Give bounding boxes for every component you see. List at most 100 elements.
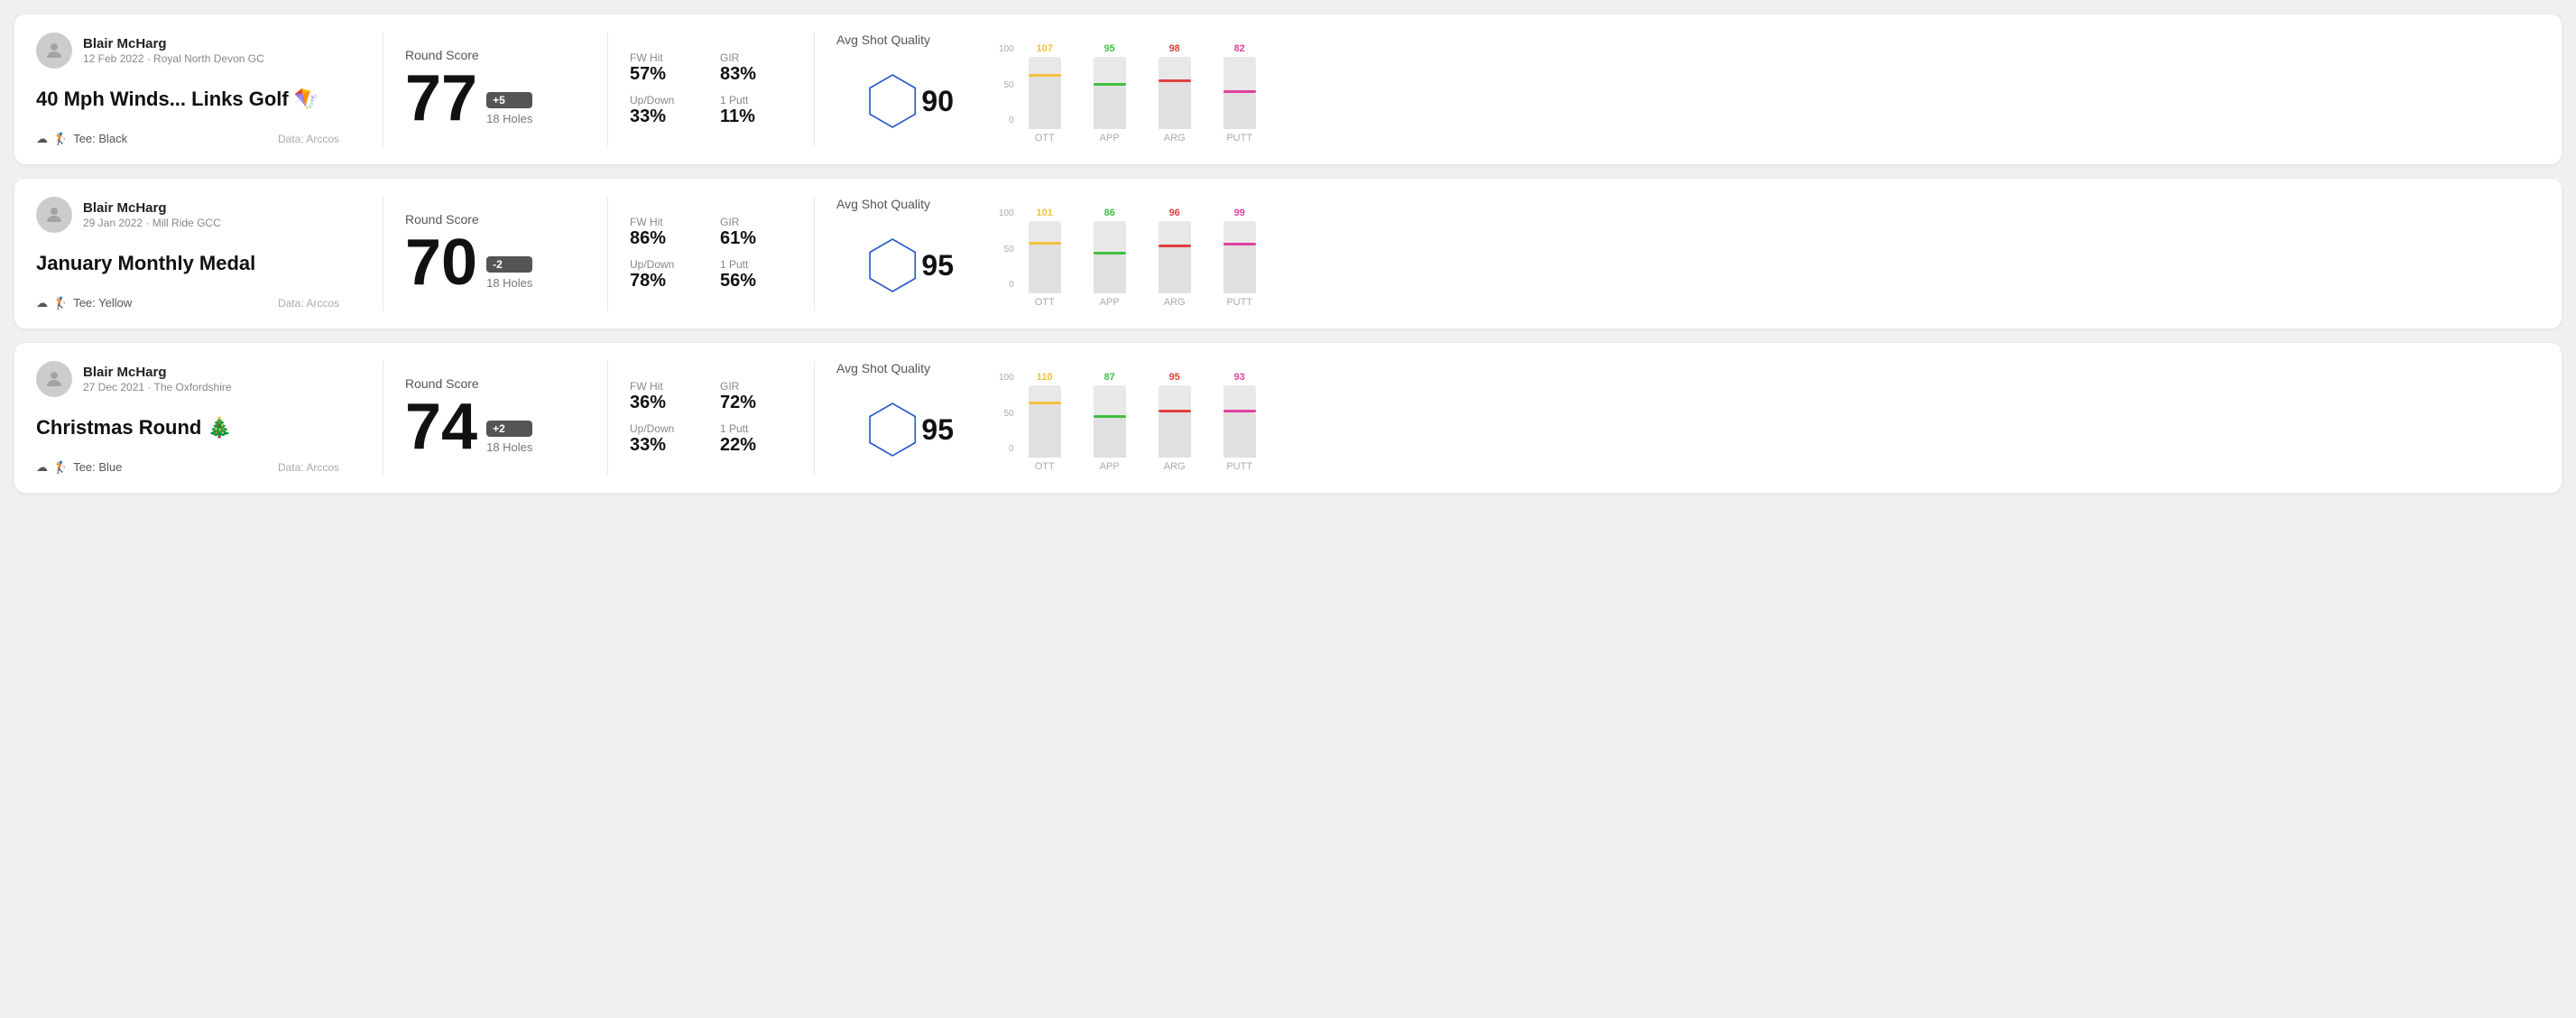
bar-wrapper	[1223, 221, 1256, 293]
bar-fill	[1223, 412, 1256, 458]
divider	[607, 32, 608, 146]
col-x-label: PUTT	[1226, 297, 1252, 308]
bar-wrapper	[1159, 221, 1191, 293]
score-holes: 18 Holes	[486, 276, 532, 290]
bar-wrapper	[1159, 57, 1191, 129]
score-holes: 18 Holes	[486, 440, 532, 454]
stat-updown: Up/Down78%	[630, 258, 702, 292]
chart-column: 95 ARG	[1150, 372, 1200, 472]
stat-gir: GIR72%	[720, 380, 792, 413]
chart-column: 86APP	[1085, 208, 1135, 308]
stat-updown: Up/Down33%	[630, 94, 702, 127]
score-main: 70-218 Holes	[405, 230, 586, 295]
tee-info: ☁🏌Tee: Yellow	[36, 296, 132, 310]
score-section: Round Score70-218 Holes	[405, 197, 586, 310]
chart-outer: 100500110OTT87APP95ARG93PUTT	[999, 364, 2540, 472]
user-info: Blair McHarg27 Dec 2021 · The Oxfordshir…	[83, 365, 232, 393]
stat-updown: Up/Down33%	[630, 422, 702, 456]
stat-label-putt1: 1 Putt	[720, 258, 792, 271]
stat-value-gir: 61%	[720, 228, 792, 249]
score-main: 77+518 Holes	[405, 66, 586, 131]
user-date: 12 Feb 2022 · Royal North Devon GC	[83, 52, 264, 65]
bar-fill	[1223, 93, 1256, 129]
y-label: 100	[999, 44, 1014, 54]
chart-outer: 100500107OTT95APP98ARG82PUTT	[999, 35, 2540, 143]
bar-fill	[1029, 245, 1061, 293]
stat-label-fw-hit: FW Hit	[630, 216, 702, 228]
y-label: 100	[999, 208, 1014, 218]
score-number: 77	[405, 66, 477, 131]
bar-wrapper	[1029, 385, 1061, 458]
stat-label-updown: Up/Down	[630, 258, 702, 271]
col-x-label: OTT	[1035, 297, 1055, 308]
col-x-label: ARG	[1164, 461, 1186, 472]
bar-line	[1223, 410, 1256, 412]
col-x-label: OTT	[1035, 461, 1055, 472]
user-row: Blair McHarg12 Feb 2022 · Royal North De…	[36, 32, 339, 69]
round-card: Blair McHarg27 Dec 2021 · The Oxfordshir…	[14, 343, 2562, 493]
quality-score: 90	[921, 85, 954, 118]
divider	[814, 32, 815, 146]
round-title: January Monthly Medal	[36, 252, 339, 275]
col-x-label: ARG	[1164, 297, 1186, 308]
bar-wrapper	[1223, 57, 1256, 129]
bar-line	[1029, 242, 1061, 245]
stat-fw-hit: FW Hit86%	[630, 216, 702, 249]
score-badge-col: +218 Holes	[486, 421, 532, 459]
stat-label-fw-hit: FW Hit	[630, 380, 702, 393]
col-value: 98	[1169, 43, 1180, 54]
stats-section: FW Hit86%GIR61%Up/Down78%1 Putt56%	[630, 197, 792, 310]
stat-fw-hit: FW Hit57%	[630, 51, 702, 85]
col-x-label: OTT	[1035, 133, 1055, 143]
bar-line	[1159, 410, 1191, 412]
chart-column: 107OTT	[1020, 43, 1070, 143]
divider	[814, 361, 815, 475]
bar-line	[1159, 79, 1191, 82]
bar-wrapper	[1029, 57, 1061, 129]
col-value: 101	[1037, 208, 1053, 218]
col-value: 96	[1169, 208, 1180, 218]
quality-label: Avg Shot Quality	[836, 197, 930, 211]
chart-y-axis: 100500	[999, 373, 1014, 454]
col-value: 99	[1234, 208, 1245, 218]
round-title: 40 Mph Winds... Links Golf 🪁	[36, 88, 339, 111]
left-section: Blair McHarg29 Jan 2022 · Mill Ride GCC J…	[36, 197, 361, 310]
stat-label-gir: GIR	[720, 216, 792, 228]
user-info: Blair McHarg29 Jan 2022 · Mill Ride GCC	[83, 200, 221, 229]
bar-line	[1159, 245, 1191, 247]
bar-fill	[1029, 77, 1061, 129]
bar-wrapper	[1094, 385, 1126, 458]
quality-label: Avg Shot Quality	[836, 32, 930, 47]
chart-section: 100500107OTT95APP98ARG82PUTT	[981, 32, 2540, 146]
chart-column: 82PUTT	[1214, 43, 1265, 143]
chart-columns: 110OTT87APP95ARG93PUTT	[1020, 364, 1265, 472]
col-x-label: APP	[1100, 297, 1120, 308]
y-label: 50	[999, 409, 1014, 419]
chart-column: 98ARG	[1150, 43, 1200, 143]
hexagon-container: 95	[863, 220, 954, 310]
chart-column: 95APP	[1085, 43, 1135, 143]
y-label: 0	[999, 444, 1014, 454]
score-holes: 18 Holes	[486, 112, 532, 125]
col-value: 95	[1169, 372, 1180, 383]
round-title: Christmas Round 🎄	[36, 416, 339, 440]
chart-column: 93PUTT	[1214, 372, 1265, 472]
chart-column: 99 PUTT	[1214, 208, 1265, 308]
bar-fill	[1159, 247, 1191, 293]
data-source: Data: Arccos	[278, 297, 339, 310]
tee-info: ☁🏌Tee: Black	[36, 132, 127, 146]
stat-putt1: 1 Putt11%	[720, 94, 792, 127]
chart-columns: 101 OTT 86APP 96 ARG 99 PUTT	[1020, 199, 1265, 308]
col-value: 95	[1104, 43, 1115, 54]
divider	[607, 361, 608, 475]
bar-wrapper	[1094, 221, 1126, 293]
bag-icon: 🏌	[53, 460, 68, 475]
bar-fill	[1159, 82, 1191, 129]
footer-row: ☁🏌Tee: BlueData: Arccos	[36, 460, 339, 475]
col-value: 93	[1234, 372, 1245, 383]
tee-label: Tee: Yellow	[73, 296, 132, 310]
quality-section: Avg Shot Quality 95	[836, 197, 981, 310]
chart-column: 101 OTT	[1020, 208, 1070, 308]
score-label: Round Score	[405, 376, 586, 391]
stat-label-updown: Up/Down	[630, 422, 702, 435]
